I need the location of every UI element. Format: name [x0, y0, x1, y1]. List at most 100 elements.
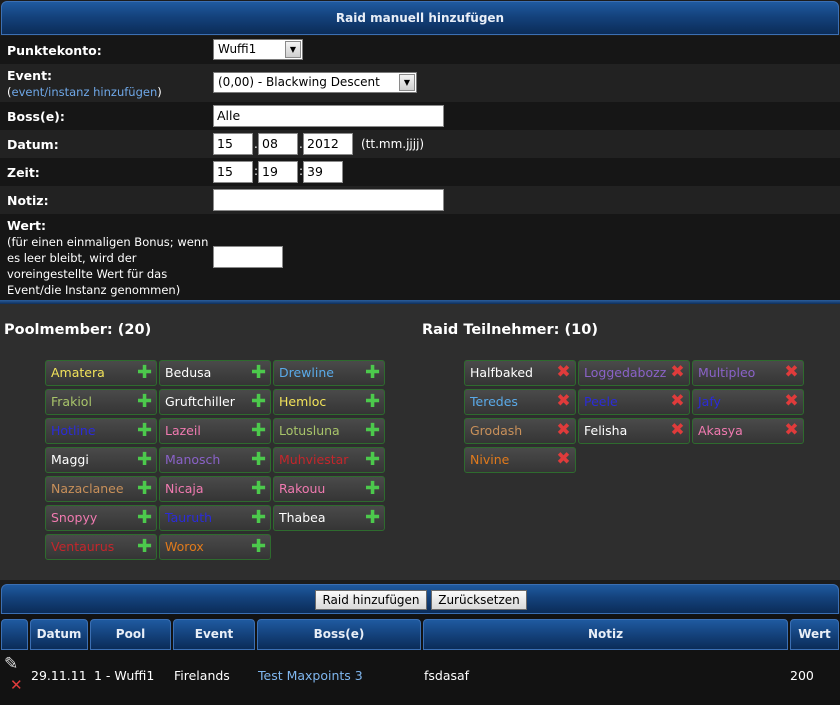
note-input[interactable]	[213, 189, 444, 211]
edit-icon[interactable]: ✎	[4, 654, 18, 674]
pool-member[interactable]: Rakouu ✚	[273, 476, 385, 502]
raid-member[interactable]: Nivine ✖	[464, 447, 576, 473]
raid-member[interactable]: Multipleo ✖	[692, 360, 804, 386]
remove-icon[interactable]: ✖	[783, 364, 800, 381]
pool-member[interactable]: Ventaurus ✚	[45, 534, 157, 560]
add-icon[interactable]: ✚	[364, 480, 381, 498]
add-icon[interactable]: ✚	[364, 422, 381, 440]
pool-member[interactable]: Snopyy ✚	[45, 505, 157, 531]
raid-member[interactable]: Felisha ✖	[578, 418, 690, 444]
pool-member[interactable]: Nicaja ✚	[159, 476, 271, 502]
row-boss: Boss(e): Alle	[0, 102, 840, 130]
pool-member[interactable]: Hotline ✚	[45, 418, 157, 444]
value-label: Wert:	[7, 218, 46, 233]
remove-icon[interactable]: ✖	[669, 393, 686, 410]
add-icon[interactable]: ✚	[136, 480, 153, 498]
raid-member[interactable]: Loggedabozz ✖	[578, 360, 690, 386]
remove-icon[interactable]: ✖	[783, 422, 800, 439]
member-name: Nazaclanee	[51, 481, 124, 496]
table-header-value[interactable]: Wert	[790, 619, 839, 650]
raid-member[interactable]: Grodash ✖	[464, 418, 576, 444]
delete-icon[interactable]: ✕	[10, 676, 23, 694]
pool-member[interactable]: Frakiol ✚	[45, 389, 157, 415]
pool-member[interactable]: Manosch ✚	[159, 447, 271, 473]
pool-member[interactable]: Drewline ✚	[273, 360, 385, 386]
remove-icon[interactable]: ✖	[555, 422, 572, 439]
table-header-note[interactable]: Notiz	[423, 619, 788, 650]
boss-input[interactable]: Alle	[213, 105, 444, 127]
add-icon[interactable]: ✚	[364, 509, 381, 527]
account-select[interactable]: Wuffi1 ▼	[213, 39, 303, 60]
row-boss-link[interactable]: Test Maxpoints 3	[258, 668, 363, 683]
pool-member[interactable]: Worox ✚	[159, 534, 271, 560]
event-add-link[interactable]: event/instanz hinzufügen	[12, 85, 158, 99]
add-icon[interactable]: ✚	[250, 509, 267, 527]
pool-member[interactable]: Bedusa ✚	[159, 360, 271, 386]
pool-member[interactable]: Amatera ✚	[45, 360, 157, 386]
member-name: Thabea	[279, 510, 326, 525]
member-name: Jafy	[698, 394, 721, 409]
add-icon[interactable]: ✚	[364, 393, 381, 411]
date-day-input[interactable]: 15	[213, 133, 253, 155]
pool-member[interactable]: Nazaclanee ✚	[45, 476, 157, 502]
remove-icon[interactable]: ✖	[555, 451, 572, 468]
raid-member[interactable]: Teredes ✖	[464, 389, 576, 415]
value-input[interactable]	[213, 246, 283, 268]
pool-member[interactable]: Muhviestar ✚	[273, 447, 385, 473]
event-select[interactable]: (0,00) - Blackwing Descent ▼	[213, 72, 417, 93]
remove-icon[interactable]: ✖	[669, 364, 686, 381]
pool-title: Poolmember: (20)	[4, 322, 152, 338]
add-icon[interactable]: ✚	[136, 393, 153, 411]
pool-member[interactable]: Maggi ✚	[45, 447, 157, 473]
add-icon[interactable]: ✚	[250, 451, 267, 469]
time-second-input[interactable]: 39	[303, 161, 343, 183]
add-icon[interactable]: ✚	[250, 364, 267, 382]
member-name: Drewline	[279, 365, 334, 380]
add-icon[interactable]: ✚	[136, 509, 153, 527]
add-raid-button[interactable]: Raid hinzufügen	[315, 590, 427, 610]
raid-member[interactable]: Akasya ✖	[692, 418, 804, 444]
note-label: Notiz:	[7, 193, 49, 208]
pool-member[interactable]: Lotusluna ✚	[273, 418, 385, 444]
add-icon[interactable]: ✚	[136, 451, 153, 469]
remove-icon[interactable]: ✖	[555, 364, 572, 381]
raid-member[interactable]: Jafy ✖	[692, 389, 804, 415]
remove-icon[interactable]: ✖	[669, 422, 686, 439]
remove-icon[interactable]: ✖	[783, 393, 800, 410]
add-icon[interactable]: ✚	[250, 393, 267, 411]
table-header-boss[interactable]: Boss(e)	[257, 619, 421, 650]
add-icon[interactable]: ✚	[250, 480, 267, 498]
pool-member[interactable]: Tauruth ✚	[159, 505, 271, 531]
add-icon[interactable]: ✚	[136, 364, 153, 382]
remove-icon[interactable]: ✖	[555, 393, 572, 410]
member-name: Lotusluna	[279, 423, 340, 438]
member-name: Felisha	[584, 423, 628, 438]
raid-member[interactable]: Halfbaked ✖	[464, 360, 576, 386]
add-icon[interactable]: ✚	[136, 538, 153, 556]
pool-member[interactable]: Hemloc ✚	[273, 389, 385, 415]
add-icon[interactable]: ✚	[250, 538, 267, 556]
member-name: Gruftchiller	[165, 394, 235, 409]
pool-member[interactable]: Gruftchiller ✚	[159, 389, 271, 415]
chevron-down-icon[interactable]: ▼	[285, 41, 301, 58]
add-icon[interactable]: ✚	[364, 451, 381, 469]
event-select-value: (0,00) - Blackwing Descent	[218, 75, 380, 89]
table-header-date[interactable]: Datum	[30, 619, 88, 650]
time-hour-input[interactable]: 15	[213, 161, 253, 183]
date-label: Datum:	[7, 137, 59, 152]
raid-title: Raid Teilnehmer: (10)	[422, 322, 598, 338]
member-name: Akasya	[698, 423, 743, 438]
date-year-input[interactable]: 2012	[303, 133, 353, 155]
reset-button[interactable]: Zurücksetzen	[431, 590, 527, 610]
add-icon[interactable]: ✚	[136, 422, 153, 440]
table-header-event[interactable]: Event	[173, 619, 255, 650]
chevron-down-icon[interactable]: ▼	[399, 74, 415, 91]
add-icon[interactable]: ✚	[364, 364, 381, 382]
raid-member[interactable]: Peele ✖	[578, 389, 690, 415]
date-month-input[interactable]: 08	[258, 133, 298, 155]
table-header-pool[interactable]: Pool	[90, 619, 171, 650]
add-icon[interactable]: ✚	[250, 422, 267, 440]
pool-member[interactable]: Thabea ✚	[273, 505, 385, 531]
pool-member[interactable]: Lazeil ✚	[159, 418, 271, 444]
time-minute-input[interactable]: 19	[258, 161, 298, 183]
